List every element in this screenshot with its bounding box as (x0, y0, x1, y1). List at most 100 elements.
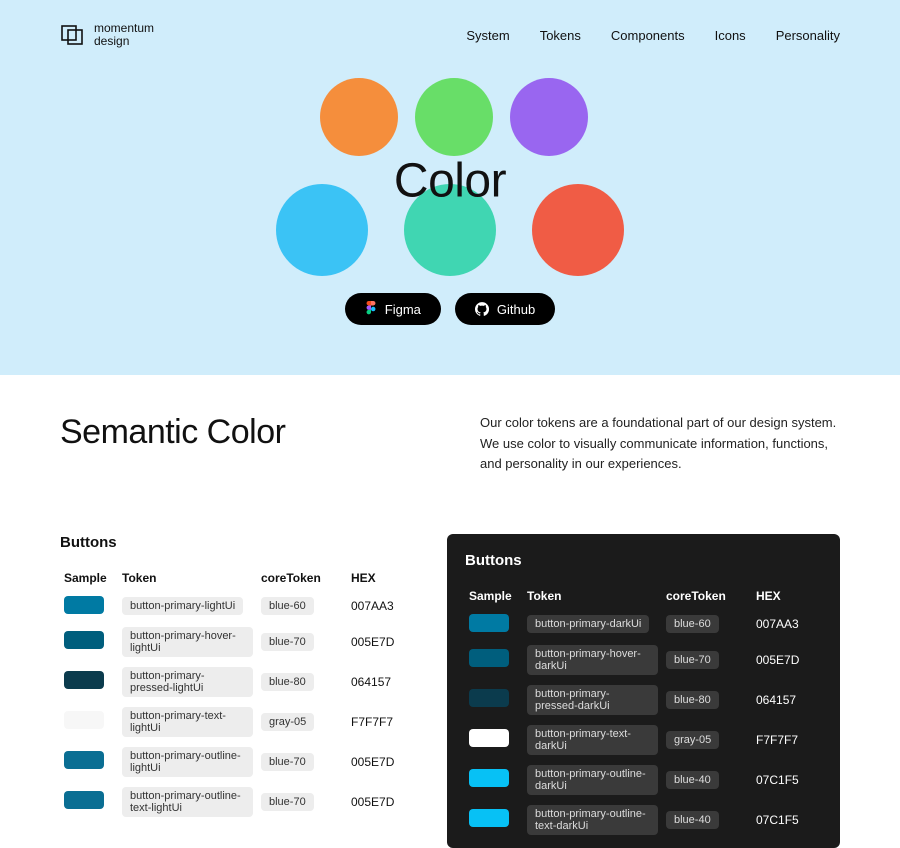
light-table: Sample Token coreToken HEX button-primar… (60, 565, 417, 822)
token-chip: button-primary-pressed-lightUi (122, 667, 253, 697)
dark-panel-title: Buttons (465, 552, 822, 569)
core-token-chip: blue-80 (261, 673, 314, 691)
tables-row: Buttons Sample Token coreToken HEX butto… (60, 534, 840, 848)
token-chip: button-primary-lightUi (122, 597, 243, 615)
circle-red (532, 184, 624, 276)
nav-icons[interactable]: Icons (715, 28, 746, 43)
hero-section: momentum design System Tokens Components… (0, 0, 900, 375)
table-row: button-primary-lightUi blue-60 007AA3 (60, 591, 417, 622)
hex-value: 07C1F5 (752, 760, 822, 800)
hex-value: 064157 (347, 662, 417, 702)
hex-value: 064157 (752, 680, 822, 720)
figma-label: Figma (385, 302, 421, 317)
brand-text: momentum design (94, 22, 154, 48)
core-token-chip: blue-40 (666, 771, 719, 789)
hero-links: Figma Github (60, 293, 840, 325)
th-core: coreToken (662, 583, 752, 609)
color-swatch (64, 671, 104, 689)
th-token: Token (118, 565, 257, 591)
token-chip: button-primary-pressed-darkUi (527, 685, 658, 715)
th-sample: Sample (60, 565, 118, 591)
color-swatch (469, 689, 509, 707)
section-title: Semantic Color (60, 413, 440, 452)
light-panel-title: Buttons (60, 534, 417, 551)
core-token-chip: gray-05 (261, 713, 314, 731)
dark-table: Sample Token coreToken HEX button-primar… (465, 583, 822, 840)
core-token-chip: blue-40 (666, 811, 719, 829)
hex-value: 007AA3 (752, 609, 822, 640)
token-chip: button-primary-hover-darkUi (527, 645, 658, 675)
topbar: momentum design System Tokens Components… (60, 22, 840, 48)
token-chip: button-primary-outline-darkUi (527, 765, 658, 795)
light-panel: Buttons Sample Token coreToken HEX butto… (60, 534, 417, 848)
token-chip: button-primary-text-lightUi (122, 707, 253, 737)
table-row: button-primary-text-lightUi gray-05 F7F7F7 (60, 702, 417, 742)
color-swatch (469, 809, 509, 827)
nav-tokens[interactable]: Tokens (540, 28, 581, 43)
hero-graphic: Color (240, 78, 660, 283)
th-hex: HEX (752, 583, 822, 609)
circle-green (415, 78, 493, 156)
brand-logo-icon (60, 23, 84, 47)
github-link[interactable]: Github (455, 293, 555, 325)
table-row: button-primary-outline-text-darkUi blue-4… (465, 800, 822, 840)
section-description: Our color tokens are a foundational part… (480, 413, 840, 473)
nav-personality[interactable]: Personality (776, 28, 840, 43)
circle-orange (320, 78, 398, 156)
hex-value: 005E7D (752, 640, 822, 680)
table-row: button-primary-darkUi blue-60 007AA3 (465, 609, 822, 640)
th-token: Token (523, 583, 662, 609)
token-chip: button-primary-outline-text-lightUi (122, 787, 253, 817)
token-chip: button-primary-darkUi (527, 615, 649, 633)
token-chip: button-primary-text-darkUi (527, 725, 658, 755)
core-token-chip: blue-70 (261, 753, 314, 771)
circle-cyan (276, 184, 368, 276)
color-swatch (64, 596, 104, 614)
nav-components[interactable]: Components (611, 28, 685, 43)
hex-value: 007AA3 (347, 591, 417, 622)
color-swatch (469, 649, 509, 667)
hero-title: Color (394, 153, 506, 208)
th-sample: Sample (465, 583, 523, 609)
hex-value: F7F7F7 (347, 702, 417, 742)
github-label: Github (497, 302, 535, 317)
color-swatch (469, 729, 509, 747)
core-token-chip: blue-70 (666, 651, 719, 669)
table-row: button-primary-pressed-lightUi blue-80 064… (60, 662, 417, 702)
dark-panel: Buttons Sample Token coreToken HEX butto… (447, 534, 840, 848)
core-token-chip: blue-60 (261, 597, 314, 615)
brand[interactable]: momentum design (60, 22, 154, 48)
color-swatch (64, 791, 104, 809)
nav-system[interactable]: System (466, 28, 509, 43)
table-row: button-primary-outline-darkUi blue-40 07C1… (465, 760, 822, 800)
table-row: button-primary-text-darkUigray-05F7F7F7 (465, 720, 822, 760)
core-token-chip: blue-80 (666, 691, 719, 709)
th-hex: HEX (347, 565, 417, 591)
table-row: button-primary-pressed-darkUi blue-80 0641… (465, 680, 822, 720)
figma-link[interactable]: Figma (345, 293, 441, 325)
hex-value: 005E7D (347, 742, 417, 782)
github-icon (475, 302, 489, 316)
token-chip: button-primary-outline-lightUi (122, 747, 253, 777)
color-swatch (64, 711, 104, 729)
table-row: button-primary-outline-lightUi blue-70 005… (60, 742, 417, 782)
core-token-chip: blue-70 (261, 793, 314, 811)
main-nav: System Tokens Components Icons Personali… (466, 28, 840, 43)
color-swatch (469, 769, 509, 787)
color-swatch (64, 751, 104, 769)
color-swatch (469, 614, 509, 632)
hex-value: F7F7F7 (752, 720, 822, 760)
core-token-chip: blue-60 (666, 615, 719, 633)
brand-line2: design (94, 35, 154, 48)
token-chip: button-primary-outline-text-darkUi (527, 805, 658, 835)
circle-purple (510, 78, 588, 156)
hex-value: 005E7D (347, 782, 417, 822)
content-section: Semantic Color Our color tokens are a fo… (0, 375, 900, 847)
table-row: button-primary-outline-text-lightUi blue-… (60, 782, 417, 822)
light-tbody: button-primary-lightUiblue-60007AA3butto… (60, 591, 417, 822)
color-swatch (64, 631, 104, 649)
th-core: coreToken (257, 565, 347, 591)
table-row: button-primary-hover-darkUi blue-70 005E7D (465, 640, 822, 680)
figma-icon (365, 301, 377, 317)
intro-row: Semantic Color Our color tokens are a fo… (60, 413, 840, 473)
